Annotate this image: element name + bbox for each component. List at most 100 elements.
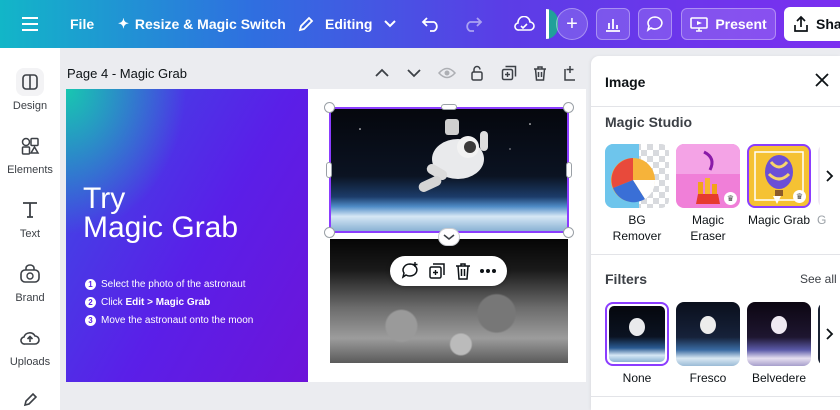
step-number: 2 [85,296,96,308]
add-collaborator-button[interactable]: + [556,8,588,40]
share-icon [794,15,808,32]
chevron-down-icon [384,20,397,28]
divider [591,254,840,255]
rail-item-brand[interactable]: Brand [0,260,60,304]
resize-handle-bottom-left[interactable] [324,227,335,238]
rail-item-text[interactable]: Text [0,196,60,240]
rotate-handle[interactable] [438,228,460,246]
resize-handle-bottom-right[interactable] [563,227,574,238]
resize-handle-right[interactable] [566,162,572,178]
panel-title: Image [605,74,646,90]
filter-fresco[interactable] [676,302,740,366]
filter-label: None [622,371,652,385]
comments-button[interactable] [638,8,672,40]
page-title[interactable]: Page 4 - Magic Grab [67,66,187,81]
trash-icon[interactable] [533,65,547,81]
slide-heading[interactable]: Try Magic Grab [83,182,238,243]
beach-ball-icon [605,144,656,208]
rail-item-design[interactable]: Design [0,68,60,112]
filter-belvedere[interactable] [747,302,811,366]
slide-gradient-panel[interactable]: Try Magic Grab 1 Select the photo of the… [66,89,308,382]
tool-label: BG Remover [602,212,672,244]
tool-label-line2: Remover [612,229,662,243]
cloud-save-button[interactable] [510,8,538,40]
duplicate-icon[interactable] [428,262,446,280]
filter-astronaut-figure [700,316,716,334]
rail-label: Text [19,228,41,240]
filter-astronaut-figure [771,316,787,334]
delete-icon[interactable] [455,262,471,280]
duplicate-page-icon[interactable] [501,65,517,81]
slide-heading-line1: Try [83,182,126,215]
divider [591,106,840,107]
filter-label: Fresco [689,371,727,385]
premium-crown-icon: ♛ [724,192,737,205]
close-panel-button[interactable] [814,72,830,93]
chevron-right-icon [826,328,834,340]
step-text-plain: Click [101,296,126,308]
text-icon [16,196,44,224]
pencil-icon [298,16,314,32]
present-button[interactable]: Present [681,8,776,40]
step-text-bold: Edit > Magic Grab [125,296,211,308]
uploads-icon [16,324,44,352]
step-text: Select the photo of the astronaut [101,278,246,290]
rail-label: Design [12,100,48,112]
resize-handle-top-right[interactable] [563,102,574,113]
tool-magic-eraser[interactable]: ♛ [676,144,740,208]
chevron-down-icon[interactable] [407,68,421,78]
step-text: Click Edit > Magic Grab [101,297,210,308]
rail-label: Brand [15,292,45,304]
filter-label: Belvedere [751,371,807,385]
plus-icon: + [566,13,578,35]
design-icon [16,68,44,96]
present-label: Present [715,16,767,32]
redo-icon [466,17,483,32]
cloud-check-icon [514,16,535,31]
rail-item-elements[interactable]: Elements [0,132,60,176]
filters-next-button[interactable] [820,302,840,366]
page-toolbar [375,62,577,84]
filter-none[interactable] [605,302,669,366]
menu-button[interactable] [22,0,40,48]
share-button[interactable]: Sha [784,7,840,41]
insights-button[interactable] [596,8,630,40]
lock-icon[interactable] [470,65,484,81]
share-label: Sha [816,16,840,32]
step-item: 2 Click Edit > Magic Grab [85,293,253,311]
chevron-up-icon[interactable] [375,68,389,78]
hide-page-icon[interactable] [438,66,456,80]
premium-crown-icon: ♛ [793,190,806,203]
left-rail: Design Elements Text Brand Uploads [0,48,60,410]
file-menu[interactable]: File [70,0,94,48]
step-text: Move the astronaut onto the moon [101,314,254,326]
resize-handle-top[interactable] [441,104,457,110]
resize-magic-switch-button[interactable]: ✦ Resize & Magic Switch [118,0,286,48]
magic-studio-title: Magic Studio [605,114,693,130]
resize-label: Resize & Magic Switch [134,16,286,32]
tool-label: Magic Grab [744,212,814,228]
tool-label-line1: BG [628,213,646,227]
bar-chart-icon [606,19,620,32]
editing-mode-dropdown[interactable]: Editing [297,0,397,48]
chevron-right-icon [826,170,834,182]
resize-handle-top-left[interactable] [324,102,335,113]
filters-see-all-link[interactable]: See all [800,272,837,286]
add-comment-icon[interactable] [400,261,420,281]
tool-bg-remover[interactable] [605,144,669,208]
rail-item-uploads[interactable]: Uploads [0,324,60,368]
tool-magic-grab[interactable]: ♛ [747,144,811,208]
add-page-icon[interactable] [563,65,577,81]
hamburger-icon [22,17,38,31]
brand-icon [16,260,44,288]
sparkle-icon: ✦ [118,16,129,31]
more-options-icon[interactable] [479,268,497,274]
rail-item-draw[interactable] [0,386,60,410]
step-number: 1 [85,278,96,290]
magic-studio-next-button[interactable] [820,144,840,208]
undo-button[interactable] [418,8,444,40]
resize-handle-left[interactable] [326,162,332,178]
tool-label-line1: Magic [691,213,724,227]
steps-list[interactable]: 1 Select the photo of the astronaut 2 Cl… [85,275,253,329]
redo-button[interactable] [460,8,486,40]
